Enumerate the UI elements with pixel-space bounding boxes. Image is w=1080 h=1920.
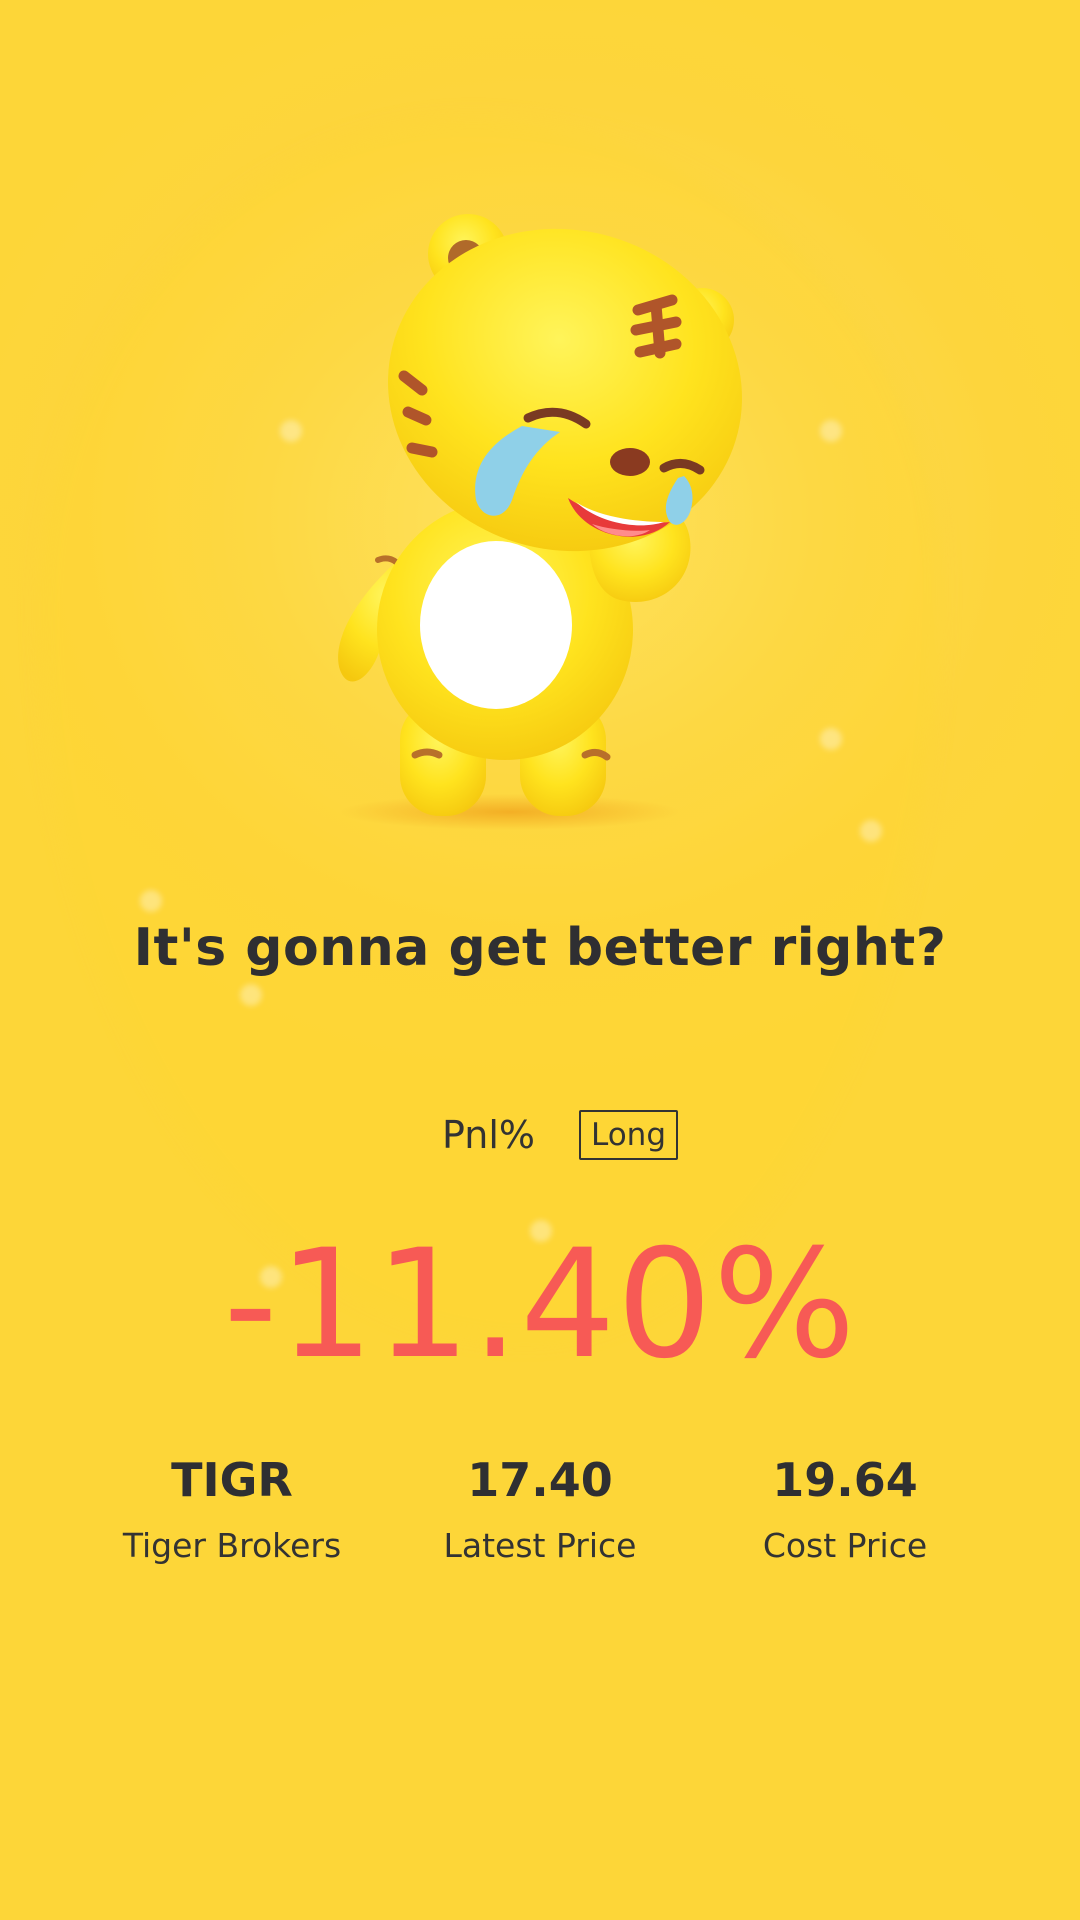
stock-symbol: TIGR: [171, 1453, 293, 1507]
background-sparkle: [140, 890, 162, 912]
background-sparkle: [820, 420, 842, 442]
cost-price-label: Cost Price: [762, 1526, 928, 1565]
crying-tiger-mascot: [338, 214, 742, 830]
pnl-header: Pnl% Long: [0, 1110, 1080, 1160]
pnl-label: Pnl%: [441, 1113, 535, 1157]
latest-price-value: 17.40: [467, 1453, 613, 1507]
background-sparkle: [820, 728, 842, 750]
background-sparkle: [240, 984, 262, 1006]
stat-symbol: TIGR Tiger Brokers: [82, 1450, 382, 1568]
background-sparkle: [860, 820, 882, 842]
company-name: Tiger Brokers: [122, 1526, 342, 1565]
position-side-badge: Long: [578, 1110, 679, 1160]
background-sparkle: [280, 420, 302, 442]
pnl-percentage: -11.40%: [223, 1218, 857, 1392]
latest-price-label: Latest Price: [443, 1526, 637, 1565]
stat-cost-price: 19.64 Cost Price: [695, 1450, 995, 1568]
cost-price-value: 19.64: [772, 1453, 918, 1507]
stats-row: TIGR Tiger Brokers 17.40 Latest Price 19…: [0, 1450, 1080, 1600]
stat-latest-price: 17.40 Latest Price: [390, 1450, 690, 1568]
headline: It's gonna get better right?: [133, 918, 947, 978]
